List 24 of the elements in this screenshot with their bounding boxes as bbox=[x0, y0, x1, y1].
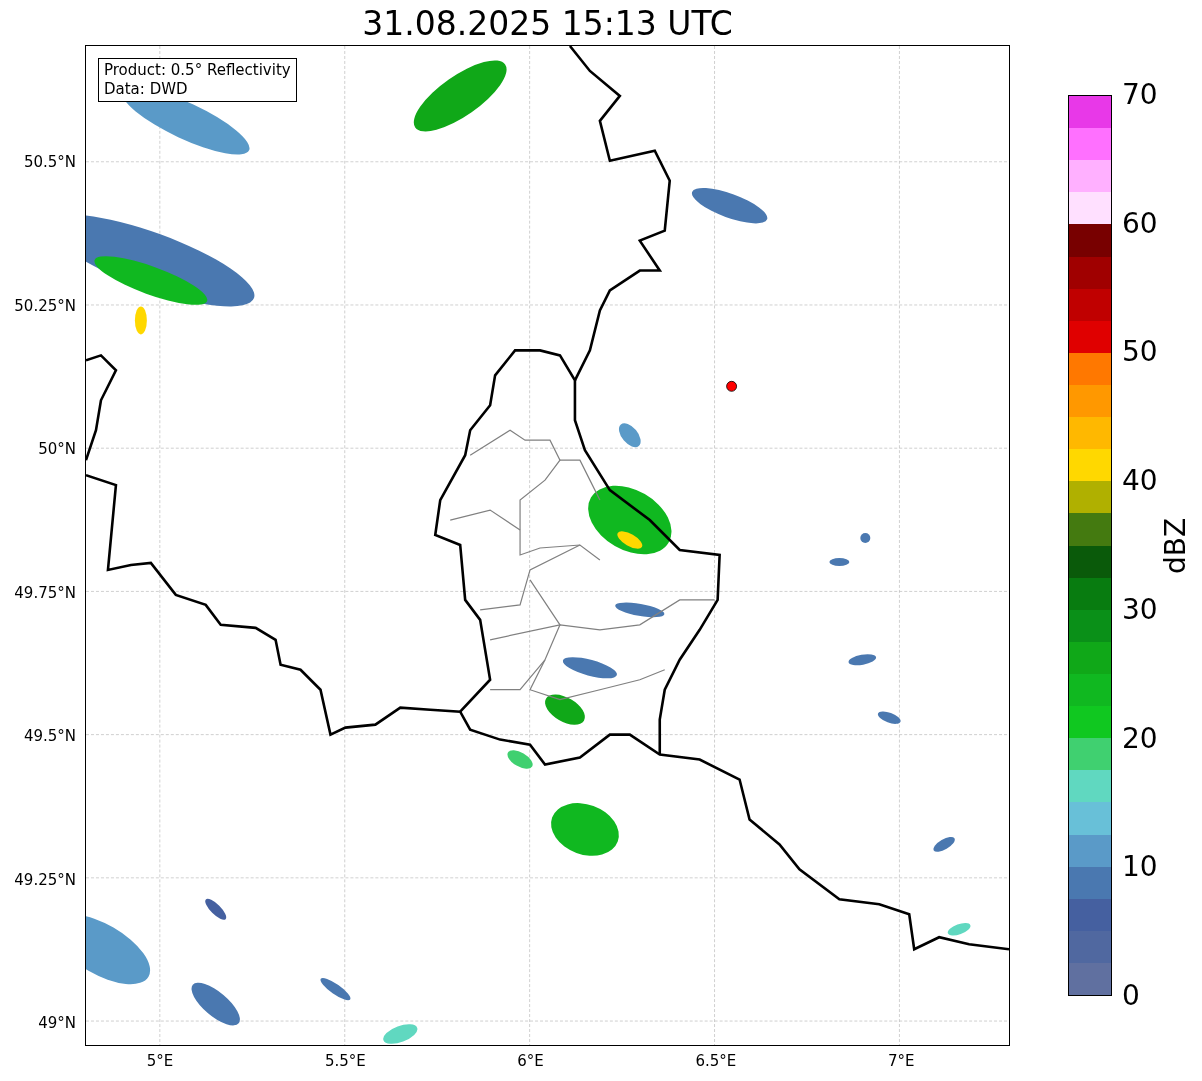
colorbar-label: dBZ bbox=[1158, 516, 1192, 576]
chart-title: 31.08.2025 15:13 UTC bbox=[361, 4, 734, 44]
colorbar-tick-label: 60 bbox=[1122, 207, 1158, 240]
colorbar-tick-label: 40 bbox=[1122, 465, 1158, 498]
colorbar-tick-label: 70 bbox=[1122, 79, 1158, 111]
colorbar-tick-label: 50 bbox=[1122, 336, 1158, 369]
axis-tick-label: 50.25°N bbox=[14, 296, 76, 315]
axis-tick-label: 50.5°N bbox=[23, 153, 76, 171]
legend-text: Data: DWD bbox=[104, 80, 189, 99]
legend-text: Product: 0.5° Reflectivity bbox=[104, 61, 291, 80]
axis-tick-label: 5°E bbox=[146, 1052, 174, 1070]
axis-tick-label: 49.75°N bbox=[14, 583, 76, 602]
colorbar-tick-label: 30 bbox=[1122, 593, 1158, 626]
colorbar-tick-label: 10 bbox=[1122, 851, 1158, 884]
axis-tick-label: 7°E bbox=[887, 1052, 915, 1070]
axis-tick-label: 49.25°N bbox=[14, 870, 76, 889]
colorbar-tick-label: 0 bbox=[1122, 980, 1140, 1012]
axis-tick-label: 49.5°N bbox=[23, 727, 76, 745]
axis-tick-label: 49°N bbox=[38, 1014, 76, 1032]
axis-tick-label: 50°N bbox=[38, 440, 76, 458]
axis-tick-label: 5.5°E bbox=[324, 1052, 366, 1070]
colorbar-tick-label: 20 bbox=[1122, 722, 1158, 755]
axis-tick-label: 6°E bbox=[517, 1052, 544, 1070]
axis-tick-label: 6.5°E bbox=[695, 1052, 737, 1070]
